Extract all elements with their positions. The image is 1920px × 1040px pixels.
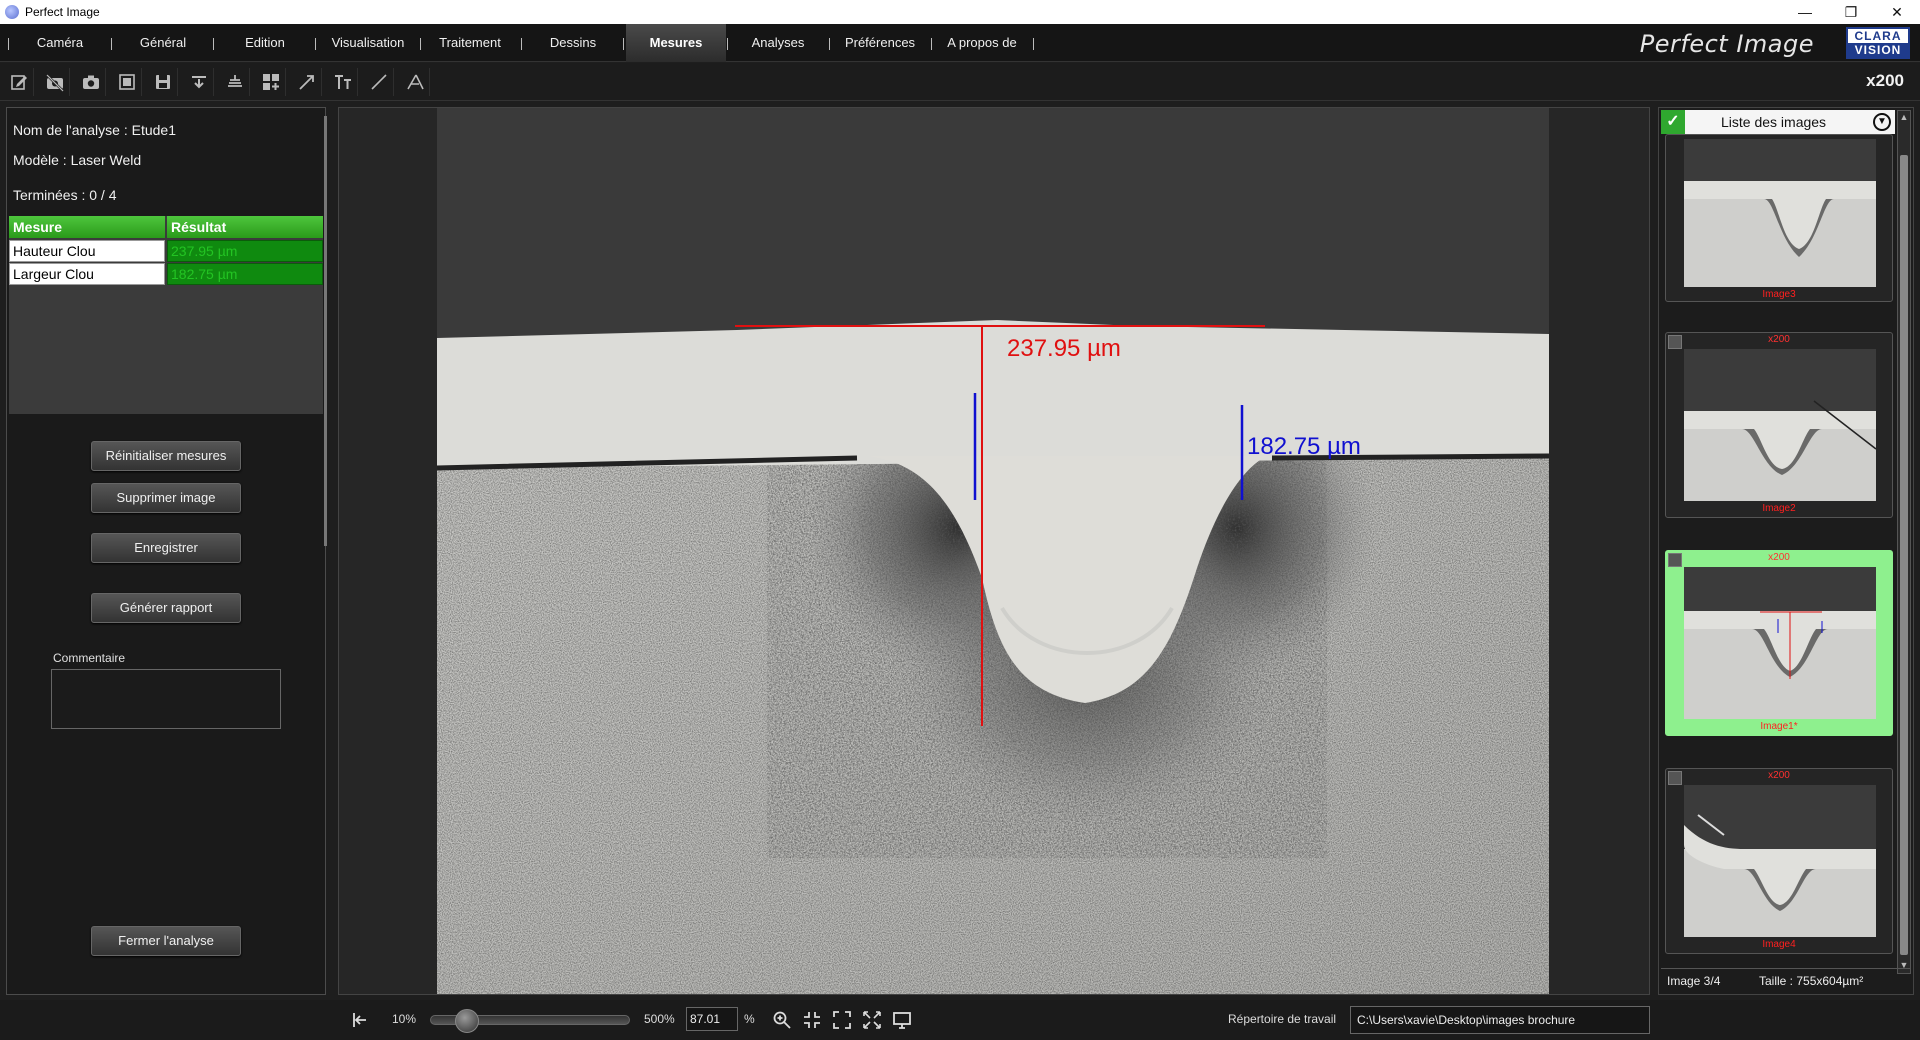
gallery-icon[interactable] (112, 68, 142, 96)
table-cell-value[interactable]: 237.95 µm (167, 240, 323, 262)
app-icon (5, 5, 19, 19)
menu-traitement[interactable]: Traitement (428, 24, 512, 62)
table-header-measure: Mesure (9, 216, 165, 238)
workdir-label: Répertoire de travail (1228, 1012, 1337, 1026)
menu-analyses[interactable]: Analyses (736, 24, 820, 62)
menu-about[interactable]: A propos de (938, 24, 1026, 62)
angle-icon[interactable] (400, 68, 430, 96)
save-icon[interactable] (148, 68, 178, 96)
table-header-result: Résultat (167, 216, 323, 238)
thumbnail-name: Image3 (1762, 289, 1796, 300)
width-measurement-label: 182.75 µm (1247, 433, 1361, 460)
layers-icon[interactable] (220, 68, 250, 96)
menu-general[interactable]: Général (122, 24, 204, 62)
line-icon[interactable] (364, 68, 394, 96)
measure-table: Mesure Résultat Hauteur Clou 237.95 µm L… (9, 216, 323, 414)
thumbnail-image[interactable] (1684, 139, 1876, 287)
brand-logo-bottom: VISION (1848, 43, 1908, 57)
thumbnail-name: Image4 (1762, 939, 1796, 950)
edit-icon[interactable] (4, 68, 34, 96)
zoom-unit-label: % (744, 1012, 755, 1026)
thumbnail-image[interactable] (1684, 567, 1876, 719)
brand-title: Perfect Image (1639, 30, 1814, 58)
comment-field[interactable] (51, 669, 281, 729)
thumbnail-name: Image2 (1762, 503, 1796, 514)
zoom-max-label: 500% (644, 1012, 675, 1026)
zoom-min-label: 10% (392, 1012, 417, 1026)
close-icon[interactable]: ✕ (1874, 0, 1920, 24)
image-index: Image 3/4 (1667, 974, 1721, 988)
image-list-panel: ✓ Liste des images ▼ Image3 x200 Image2 … (1658, 107, 1914, 995)
table-cell-name[interactable]: Hauteur Clou (9, 240, 165, 262)
check-icon[interactable]: ✓ (1661, 110, 1685, 134)
arrow-icon[interactable] (292, 68, 322, 96)
workdir-path-field[interactable]: C:\Users\xavie\Desktop\images brochure (1350, 1006, 1650, 1034)
title-bar: Perfect Image — ❐ ✕ (0, 0, 1920, 24)
scrollbar-thumb[interactable] (1900, 155, 1908, 955)
toolbar: x200 (0, 63, 1920, 101)
zoom-input[interactable]: 87.01 (686, 1007, 738, 1031)
menu-camera[interactable]: Caméra (20, 24, 100, 62)
grid-add-icon[interactable] (256, 68, 286, 96)
thumbnail-image[interactable] (1684, 785, 1876, 937)
thumbnail-magnification: x200 (1768, 334, 1790, 345)
thumbnail-magnification: x200 (1768, 552, 1790, 563)
zoom-slider[interactable] (430, 1009, 630, 1033)
comment-label: Commentaire (53, 651, 126, 665)
thumbnail-card[interactable]: x200 Image4 (1665, 768, 1893, 954)
image-list-header: ✓ Liste des images ▼ (1661, 110, 1895, 134)
menu-visualisation[interactable]: Visualisation (324, 24, 412, 62)
image-size: Taille : 755x604µm² (1759, 974, 1864, 988)
image-info-footer: Image 3/4 Taille : 755x604µm² (1661, 968, 1911, 992)
height-measurement-label: 237.95 µm (1007, 335, 1121, 362)
analysis-name: Nom de l'analyse : Etude1 (13, 122, 176, 138)
table-cell-name[interactable]: Largeur Clou (9, 263, 165, 285)
brand-logo: CLARA VISION (1846, 27, 1910, 59)
chevron-down-icon[interactable]: ▼ (1873, 113, 1891, 131)
scroll-up-icon[interactable]: ▲ (1899, 112, 1909, 124)
thumbnail-card[interactable]: x200 Image2 (1665, 332, 1893, 518)
menu-preferences[interactable]: Préférences (836, 24, 924, 62)
status-bar: 10% 500% 87.01 % Répertoire de travail C… (0, 1000, 1920, 1040)
micrograph-image[interactable]: 237.95 µm 182.75 µm (437, 108, 1549, 995)
close-analysis-button[interactable]: Fermer l'analyse (91, 926, 241, 956)
display-icon[interactable] (890, 1008, 914, 1032)
reset-measures-button[interactable]: Réinitialiser mesures (91, 441, 241, 471)
move-down-icon[interactable] (184, 68, 214, 96)
save-button[interactable]: Enregistrer (91, 533, 241, 563)
restore-icon[interactable]: ❐ (1828, 0, 1874, 24)
image-viewer[interactable]: 237.95 µm 182.75 µm (338, 107, 1650, 995)
brand-logo-top: CLARA (1854, 29, 1902, 43)
analysis-panel: Nom de l'analyse : Etude1 Modèle : Laser… (6, 107, 327, 995)
thumbnail-image[interactable] (1684, 349, 1876, 501)
fit-inward-icon[interactable] (800, 1008, 824, 1032)
collapse-left-icon[interactable] (348, 1008, 372, 1032)
window-title: Perfect Image (25, 5, 100, 19)
menu-dessins[interactable]: Dessins (530, 24, 616, 62)
magnification-label: x200 (1866, 71, 1904, 90)
fullscreen-icon[interactable] (830, 1008, 854, 1032)
thumbnail-name: Image1* (1760, 721, 1798, 732)
camera-icon[interactable] (76, 68, 106, 96)
generate-report-button[interactable]: Générer rapport (91, 593, 241, 623)
thumbnail-card-selected[interactable]: x200 Image1* (1665, 550, 1893, 736)
analysis-completed: Terminées : 0 / 4 (13, 187, 117, 203)
panel-scrollbar[interactable] (324, 116, 327, 546)
minimize-icon[interactable]: — (1782, 0, 1828, 24)
delete-image-button[interactable]: Supprimer image (91, 483, 241, 513)
thumbnail-card[interactable]: Image3 (1665, 134, 1893, 302)
thumbnail-magnification: x200 (1768, 770, 1790, 781)
zoom-in-icon[interactable] (770, 1008, 794, 1032)
image-list-title: Liste des images (1721, 114, 1827, 130)
menu-bar: Caméra Général Edition Visualisation Tra… (0, 24, 1920, 62)
table-cell-value[interactable]: 182.75 µm (167, 263, 323, 285)
image-list-scrollbar[interactable]: ▲ ▼ (1897, 110, 1911, 974)
text-icon[interactable] (328, 68, 358, 96)
zoom-slider-knob[interactable] (455, 1009, 479, 1033)
camera-off-icon[interactable] (40, 68, 70, 96)
menu-mesures[interactable]: Mesures (626, 24, 726, 62)
analysis-model: Modèle : Laser Weld (13, 152, 142, 168)
expand-icon[interactable] (860, 1008, 884, 1032)
menu-edition[interactable]: Edition (224, 24, 306, 62)
